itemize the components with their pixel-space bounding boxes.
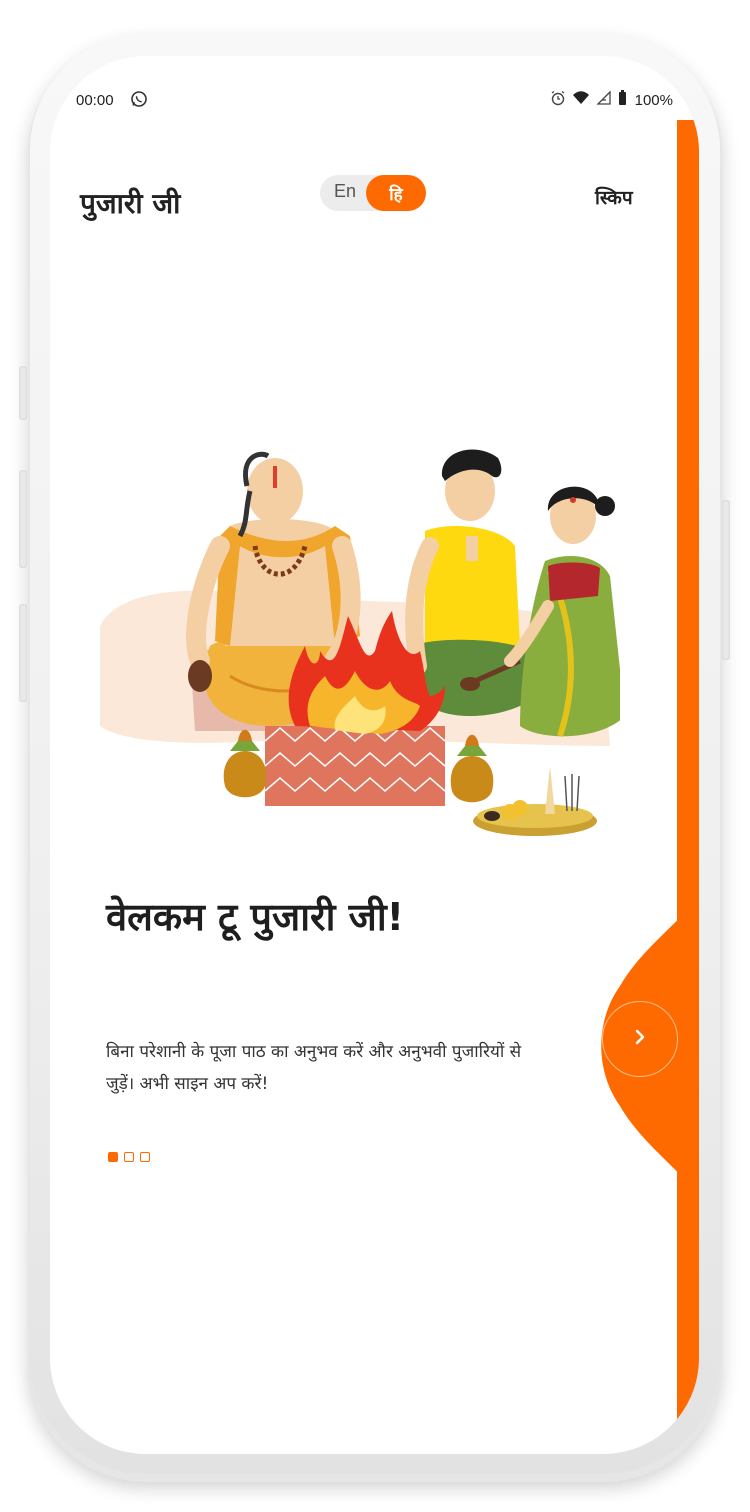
- status-time: 00:00: [76, 92, 114, 109]
- page-dot-1: [108, 1152, 118, 1162]
- onboarding-description: बिना परेशानी के पूजा पाठ का अनुभव करें औ…: [106, 1042, 522, 1094]
- next-button[interactable]: [602, 1001, 678, 1077]
- status-bar: 00:00 100%: [50, 86, 699, 116]
- page-dot-3: [140, 1152, 150, 1162]
- chevron-right-icon: [632, 1028, 648, 1050]
- skip-button[interactable]: स्किप: [595, 184, 633, 210]
- alarm-icon: [550, 90, 566, 110]
- app-screen: 00:00 100% पुजारी जी En हि स्किप वेलकम ट…: [50, 56, 699, 1454]
- signal-icon: [596, 90, 612, 110]
- wifi-icon: [572, 90, 590, 110]
- battery-icon: [618, 90, 627, 110]
- lang-option-hi[interactable]: हि: [366, 175, 426, 211]
- status-icons: 100%: [550, 90, 673, 110]
- app-title: पुजारी जी: [80, 187, 181, 220]
- whatsapp-icon: [130, 90, 148, 112]
- mute-switch: [19, 366, 27, 420]
- volume-up-button: [19, 470, 27, 568]
- lang-option-en[interactable]: En: [334, 181, 356, 202]
- volume-down-button: [19, 604, 27, 702]
- onboarding-illustration: [100, 449, 620, 836]
- language-toggle[interactable]: En हि: [320, 175, 426, 211]
- page-indicator: [108, 1152, 150, 1162]
- onboarding-title: वेलकम टू पुजारी जी!: [106, 895, 405, 939]
- power-button: [722, 500, 730, 660]
- device-mockup: 00:00 100% पुजारी जी En हि स्किप वेलकम ट…: [0, 0, 750, 1512]
- battery-percentage: 100%: [634, 91, 673, 109]
- accent-side-strip: [677, 120, 699, 1454]
- page-dot-2: [124, 1152, 134, 1162]
